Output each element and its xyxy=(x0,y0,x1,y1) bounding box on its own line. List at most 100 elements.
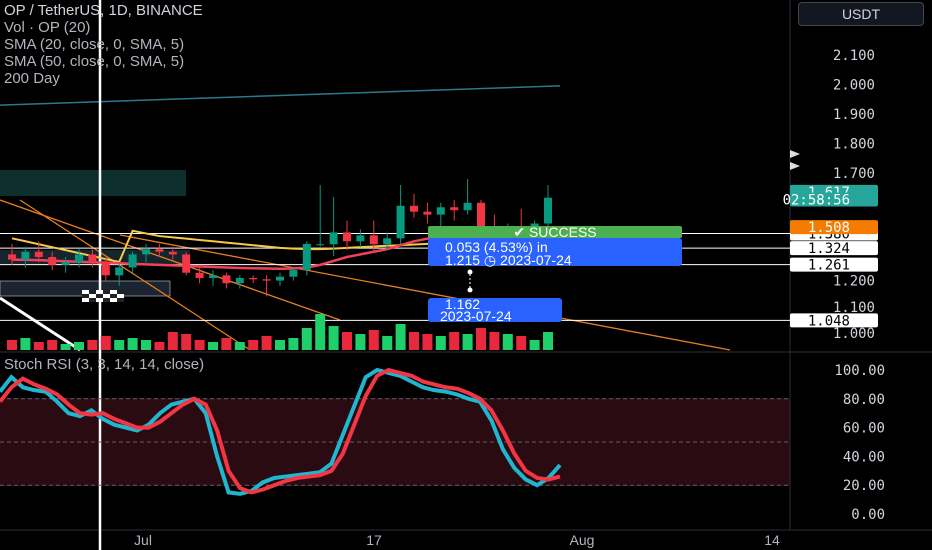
candle-body[interactable] xyxy=(343,232,351,242)
candle-body[interactable] xyxy=(544,197,552,224)
stoch-tick-label: 20.00 xyxy=(843,478,885,494)
stoch-tick-label: 60.00 xyxy=(843,421,885,437)
flag-icon xyxy=(82,294,89,298)
candle-body[interactable] xyxy=(34,251,43,258)
indicator-sma50[interactable]: SMA (50, close, 0, SMA, 5) xyxy=(4,53,203,70)
candle-body[interactable] xyxy=(383,238,392,245)
candle-body[interactable] xyxy=(48,257,57,265)
volume-bar xyxy=(141,340,151,350)
volume-bar xyxy=(449,332,460,350)
volume-bar xyxy=(409,332,419,350)
candle-body[interactable] xyxy=(276,276,284,281)
candle-body[interactable] xyxy=(235,277,244,284)
candle-body[interactable] xyxy=(410,205,418,212)
candle-body[interactable] xyxy=(423,211,432,215)
price-tick-label: 1.200 xyxy=(833,274,875,290)
flag-icon xyxy=(117,298,124,302)
volume-bar xyxy=(74,342,84,350)
volume-bar xyxy=(181,334,192,350)
volume-bar xyxy=(7,340,17,350)
candle-body[interactable] xyxy=(61,262,70,265)
candle-body[interactable] xyxy=(477,202,485,227)
success-label: ✔ SUCCESS xyxy=(513,224,596,240)
candle-body[interactable] xyxy=(128,254,137,268)
candle-body[interactable] xyxy=(356,235,365,242)
candle-body[interactable] xyxy=(168,251,177,255)
candle-body[interactable] xyxy=(463,202,472,211)
candle-body[interactable] xyxy=(75,254,83,263)
price-tag-label: 1.324 xyxy=(808,241,850,257)
candle-body[interactable] xyxy=(329,232,338,245)
flag-icon xyxy=(117,290,124,294)
time-tick-label: Aug xyxy=(570,532,595,548)
candle-body[interactable] xyxy=(302,243,311,271)
candle-body[interactable] xyxy=(155,249,164,252)
candle-body[interactable] xyxy=(182,254,191,273)
volume-bar xyxy=(208,342,218,350)
candle-body[interactable] xyxy=(450,207,459,211)
volume-bar xyxy=(529,340,540,350)
stoch-tick-label: 40.00 xyxy=(843,449,885,465)
stoch-tick-label: 0.00 xyxy=(851,507,885,523)
candle-body[interactable] xyxy=(436,207,445,215)
symbol-title[interactable]: OP / TetherUS, 1D, BINANCE xyxy=(4,2,203,19)
candle-body[interactable] xyxy=(249,277,258,280)
volume-bar xyxy=(288,338,299,350)
time-tick-label: Jul xyxy=(134,532,152,548)
volume-bar xyxy=(301,328,312,350)
indicator-volume[interactable]: Vol · OP (20) xyxy=(4,19,203,36)
volume-bar xyxy=(194,340,205,350)
volume-bar xyxy=(516,336,527,350)
measure-date-bottom-label: 2023-07-24 xyxy=(440,308,512,324)
candle-body[interactable] xyxy=(21,251,30,260)
volume-bar xyxy=(315,314,326,350)
volume-bar xyxy=(368,330,379,350)
price-tick-label: 1.800 xyxy=(833,137,875,153)
volume-bar xyxy=(502,334,513,350)
supply-zone xyxy=(0,170,186,196)
candle-body[interactable] xyxy=(88,254,97,263)
indicator-sma20[interactable]: SMA (20, close, 0, SMA, 5) xyxy=(4,36,203,53)
price-tag-current-label: 02:58:56 xyxy=(783,193,850,209)
indicator-ma200[interactable]: 200 Day xyxy=(4,70,203,87)
flag-icon xyxy=(110,290,117,294)
time-tick-label: 14 xyxy=(764,532,780,548)
candle-body[interactable] xyxy=(222,275,231,284)
volume-bar xyxy=(489,332,500,350)
flag-icon xyxy=(89,298,96,302)
price-tag-label: 1.048 xyxy=(808,313,850,329)
candle-body[interactable] xyxy=(209,275,217,278)
flag-icon xyxy=(96,290,103,294)
flag-icon xyxy=(96,294,103,298)
volume-bar xyxy=(355,334,366,350)
volume-bar xyxy=(114,340,125,350)
flag-icon xyxy=(103,298,110,302)
candle-body[interactable] xyxy=(262,279,271,281)
price-tick-label: 2.000 xyxy=(833,77,875,93)
flag-icon xyxy=(117,294,124,298)
candle-body[interactable] xyxy=(115,267,124,276)
stoch-tick-label: 80.00 xyxy=(843,392,885,408)
currency-button[interactable]: USDT xyxy=(798,2,924,26)
stoch-rsi-legend[interactable]: Stoch RSI (3, 3, 14, 14, close) xyxy=(4,356,204,373)
price-tick-label: 1.700 xyxy=(833,166,875,182)
measure-dot xyxy=(467,269,473,275)
flag-icon xyxy=(103,294,110,298)
volume-bar xyxy=(342,332,352,350)
candle-body[interactable] xyxy=(142,249,150,255)
volume-bar xyxy=(20,338,31,350)
candle-body[interactable] xyxy=(369,235,378,245)
candle-body[interactable] xyxy=(289,270,298,277)
candle-body[interactable] xyxy=(101,262,110,276)
time-tick-label: 17 xyxy=(366,532,382,548)
candle-body[interactable] xyxy=(8,254,16,260)
candle-body[interactable] xyxy=(195,272,204,278)
volume-bar xyxy=(275,340,285,350)
candle-body[interactable] xyxy=(316,244,325,246)
candle-body[interactable] xyxy=(396,205,405,239)
stoch-tick-label: 100.00 xyxy=(834,363,885,379)
chart-legend: OP / TetherUS, 1D, BINANCE Vol · OP (20)… xyxy=(4,2,203,87)
volume-bar xyxy=(395,324,406,350)
volume-bar xyxy=(248,340,259,350)
flag-icon xyxy=(82,290,89,294)
